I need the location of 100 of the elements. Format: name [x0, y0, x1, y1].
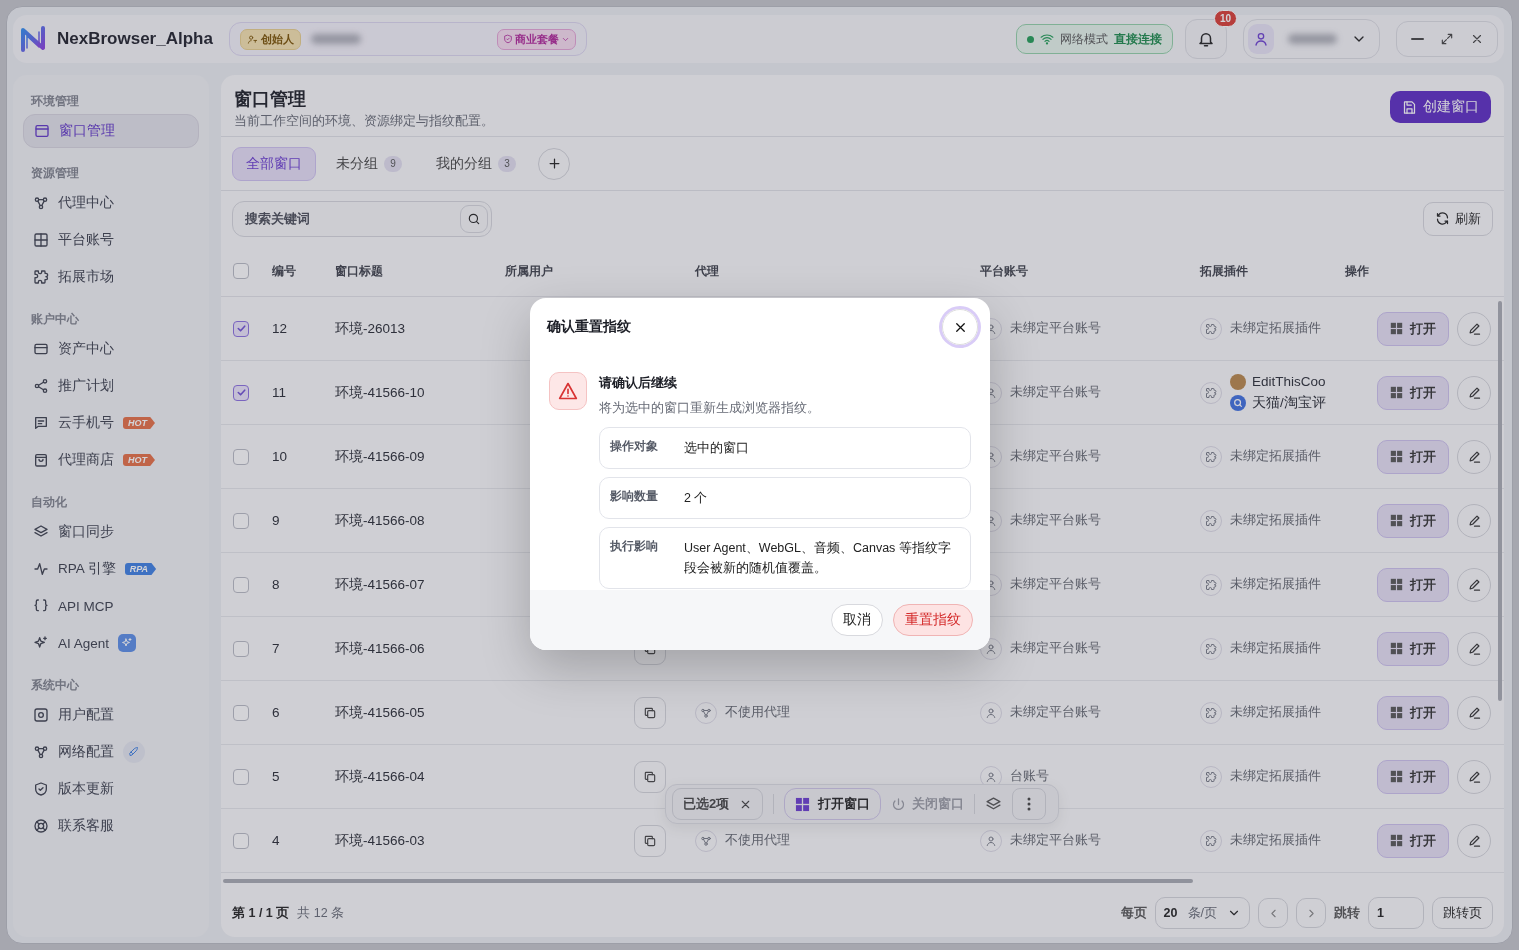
cancel-button[interactable]: 取消	[831, 604, 883, 636]
cookie-icon	[1230, 373, 1246, 390]
plugin-name: EditThisCoo	[1252, 374, 1326, 389]
selected-count-chip[interactable]: 已选2项	[672, 788, 764, 820]
sidebar-item[interactable]: 代理中心	[23, 186, 199, 220]
dialog-heading: 请确认后继续	[599, 374, 678, 392]
search-field[interactable]: 搜索关键词	[232, 200, 492, 237]
nodes-icon	[33, 744, 49, 760]
open-button[interactable]: 打开	[1377, 375, 1449, 410]
row-checkbox[interactable]	[233, 384, 249, 401]
row-checkbox[interactable]	[233, 576, 249, 593]
column-header: 代理	[695, 263, 719, 278]
per-page-label: 每页	[1120, 904, 1147, 922]
table-cell: 环境-41566-08	[335, 511, 425, 530]
sidebar-item[interactable]: 云手机号 HOT	[23, 406, 199, 440]
refresh-button[interactable]: 刷新	[1423, 201, 1493, 236]
row-checkbox[interactable]	[233, 768, 249, 785]
braces-icon	[33, 598, 49, 614]
copy-icon	[643, 705, 657, 720]
table-cell: 未绑定拓展插件	[1230, 832, 1321, 849]
windows-icon	[1390, 578, 1403, 591]
row-checkbox[interactable]	[233, 320, 249, 337]
copy-button[interactable]	[634, 824, 666, 857]
copy-button[interactable]	[634, 696, 666, 729]
check-icon	[235, 323, 247, 334]
open-button[interactable]: 打开	[1377, 631, 1449, 666]
maximize-icon	[1440, 32, 1454, 46]
group-tab[interactable]: 我的分组 3	[422, 146, 530, 181]
page-subtitle: 当前工作空间的环境、资源绑定与指纹配置。	[234, 113, 494, 130]
sidebar-item[interactable]: RPA 引擎 RPA	[23, 552, 199, 586]
bag-icon	[33, 452, 49, 468]
plan-badge[interactable]: 商业套餐	[496, 28, 576, 50]
windows-icon	[1390, 514, 1403, 527]
jump-button[interactable]: 跳转页	[1432, 897, 1493, 929]
sidebar-item[interactable]: AI Agent	[23, 626, 199, 660]
open-button[interactable]: 打开	[1377, 439, 1449, 474]
section-label: 系统中心	[30, 677, 80, 694]
column-header: 拓展插件	[1200, 263, 1248, 278]
windows-icon	[1390, 834, 1403, 847]
column-header: 平台账号	[980, 263, 1028, 278]
sidebar-item[interactable]: API MCP	[23, 589, 199, 623]
table-cell: 未绑定拓展插件	[1230, 576, 1321, 593]
sidebar-item[interactable]: 网络配置	[23, 735, 199, 769]
hot-badge: HOT	[123, 417, 155, 429]
frame-icon	[33, 707, 49, 723]
row-checkbox[interactable]	[233, 832, 249, 849]
select-all-checkbox[interactable]	[233, 263, 249, 279]
sidebar-item[interactable]: 用户配置	[23, 698, 199, 732]
sidebar-item[interactable]: 联系客服	[23, 809, 199, 843]
table-cell: 未绑定拓展插件	[1230, 768, 1321, 785]
workspace-selector[interactable]: 创始人 商业套餐	[228, 22, 587, 56]
sidebar-item[interactable]: 版本更新	[23, 772, 199, 806]
page-input[interactable]: 1	[1368, 897, 1424, 929]
power-icon	[891, 796, 907, 812]
window-icon	[34, 123, 50, 139]
table-cell: 环境-41566-03	[335, 831, 425, 850]
table-cell: 7	[272, 641, 280, 656]
sidebar-item[interactable]: 推广计划	[23, 369, 199, 403]
reset-fingerprint-button[interactable]: 重置指纹	[893, 604, 973, 636]
close-button[interactable]	[942, 309, 978, 345]
windows-icon	[1390, 706, 1403, 719]
open-button[interactable]: 打开	[1377, 759, 1449, 794]
rpa-badge: RPA	[124, 563, 157, 575]
table-cell: 10	[272, 449, 288, 464]
windows-icon	[1390, 642, 1403, 655]
open-button[interactable]: 打开	[1377, 567, 1449, 602]
puzzle-icon	[1205, 386, 1217, 399]
group-tab[interactable]: 未分组 9	[322, 146, 416, 181]
table-cell: 不使用代理	[725, 832, 790, 849]
open-button[interactable]: 打开	[1377, 311, 1449, 346]
group-tab[interactable]: 全部窗口	[232, 146, 316, 181]
open-button[interactable]: 打开	[1377, 503, 1449, 538]
sidebar-item[interactable]: 拓展市场	[23, 260, 199, 294]
row-checkbox[interactable]	[233, 640, 249, 657]
open-windows-button[interactable]: 打开窗口	[784, 788, 882, 820]
sidebar-item[interactable]: 窗口同步	[23, 515, 199, 549]
lifebuoy-icon	[33, 818, 49, 834]
sidebar-item[interactable]: 平台账号	[23, 223, 199, 257]
create-window-button[interactable]: 创建窗口	[1390, 91, 1491, 123]
count-badge: 9	[384, 155, 402, 172]
copy-button[interactable]	[634, 760, 666, 793]
page-title: 窗口管理	[234, 88, 307, 111]
column-header: 操作	[1345, 263, 1369, 278]
sidebar-item[interactable]: 代理商店 HOT	[23, 443, 199, 477]
open-button[interactable]: 打开	[1377, 695, 1449, 730]
row-checkbox[interactable]	[233, 512, 249, 529]
page-size-select[interactable]: 20 条/页	[1154, 897, 1250, 929]
table-cell: 4	[272, 833, 280, 848]
sidebar-item[interactable]: 资产中心	[23, 332, 199, 366]
row-checkbox[interactable]	[233, 448, 249, 465]
warning-icon	[558, 381, 578, 401]
copy-icon	[643, 833, 657, 848]
notification-count: 10	[1213, 10, 1237, 27]
table-cell: 未绑定拓展插件	[1230, 320, 1321, 337]
row-checkbox[interactable]	[233, 704, 249, 721]
sidebar-item[interactable]: 窗口管理	[23, 114, 199, 148]
table-cell: 未绑定平台账号	[1010, 704, 1101, 721]
redacted-text	[1288, 34, 1337, 44]
table-cell: 环境-41566-07	[335, 575, 425, 594]
open-button[interactable]: 打开	[1377, 823, 1449, 858]
